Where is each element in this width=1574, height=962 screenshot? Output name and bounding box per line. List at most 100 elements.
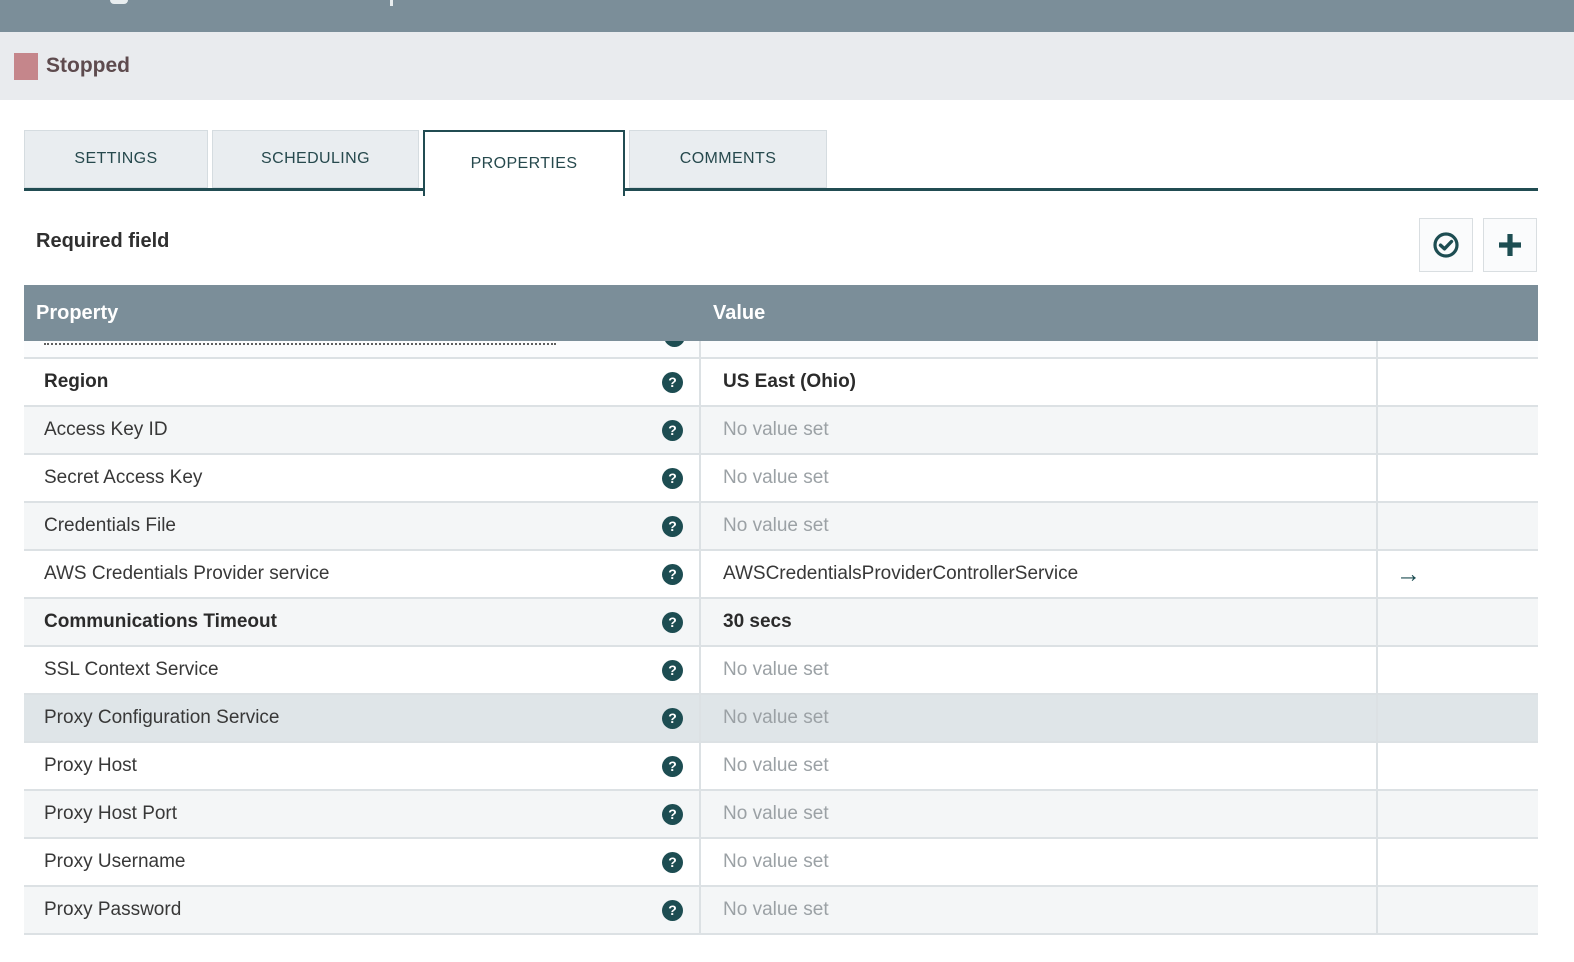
property-action-cell [1378,839,1538,885]
property-value: No value set [723,659,829,680]
tab-scheduling[interactable]: SCHEDULING [212,130,419,188]
property-name: AWS Credentials Provider service [44,563,330,584]
property-name-cell[interactable]: Secret Access Key ? [24,455,701,501]
property-value-cell[interactable]: No value set [701,455,1378,501]
property-value-cell[interactable]: No value set [701,887,1378,933]
property-name-cell[interactable]: Access Key ID ? [24,407,701,453]
help-icon[interactable]: ? [662,419,683,441]
clipped-help-icon-bottom [664,341,685,347]
property-name-cell[interactable]: Proxy Configuration Service ? [24,695,701,741]
help-icon[interactable]: ? [662,659,683,681]
property-row[interactable]: Proxy Host Port ? No value set [24,789,1538,837]
property-name-cell[interactable]: Proxy Username ? [24,839,701,885]
add-property-button[interactable] [1483,218,1537,272]
property-value-cell[interactable]: No value set [701,791,1378,837]
property-row[interactable]: Proxy Configuration Service ? No value s… [24,693,1538,741]
property-row[interactable]: Credentials File ? No value set [24,501,1538,549]
help-icon[interactable]: ? [662,899,683,921]
property-value: No value set [723,707,829,728]
tab-bar: SETTINGS SCHEDULING PROPERTIES COMMENTS [24,130,831,196]
property-value-cell[interactable]: No value set [701,407,1378,453]
property-value-cell[interactable] [701,341,1378,357]
property-row[interactable]: SSL Context Service ? No value set [24,645,1538,693]
property-name: Region [44,371,109,392]
property-row[interactable]: AWS Credentials Provider service ? AWSCr… [24,549,1538,597]
property-value-cell[interactable]: AWSCredentialsProviderControllerService [701,551,1378,597]
property-row[interactable]: Proxy Host ? No value set [24,741,1538,789]
property-name-cell[interactable]: Region ? [24,359,701,405]
property-value: 30 secs [723,611,792,632]
property-action-cell [1378,341,1538,357]
property-name-cell[interactable]: Proxy Host Port ? [24,791,701,837]
property-value: No value set [723,755,829,776]
clipped-row-text-bottom [44,341,556,345]
property-value-cell[interactable]: 30 secs [701,599,1378,645]
property-name-cell[interactable]: Proxy Password ? [24,887,701,933]
stopped-status-icon [14,52,38,80]
property-name-cell[interactable]: AWS Credentials Provider service ? [24,551,701,597]
property-value-cell[interactable]: No value set [701,695,1378,741]
property-action-cell [1378,407,1538,453]
status-label: Stopped [46,54,130,77]
property-name-cell[interactable]: ? [24,341,701,357]
property-action-cell [1378,791,1538,837]
plus-icon [1496,231,1524,259]
property-row[interactable]: Secret Access Key ? No value set [24,453,1538,501]
property-name: Proxy Password [44,899,182,920]
property-name: SSL Context Service [44,659,219,680]
properties-table-body: ? Region ? US East (Ohio) Access Key ID … [24,341,1538,933]
property-action-cell [1378,503,1538,549]
help-icon[interactable]: ? [662,467,683,489]
titlebar-clipped-text-artifact [390,0,393,6]
property-name-cell[interactable]: Communications Timeout ? [24,599,701,645]
property-value-cell[interactable]: No value set [701,743,1378,789]
property-name: Proxy Configuration Service [44,707,280,728]
property-value: No value set [723,851,829,872]
property-row[interactable]: Access Key ID ? No value set [24,405,1538,453]
property-action-cell [1378,695,1538,741]
property-value: US East (Ohio) [723,371,857,392]
property-action-cell: → [1378,551,1538,597]
property-row[interactable]: Region ? US East (Ohio) [24,357,1538,405]
property-name: Secret Access Key [44,467,203,488]
help-icon[interactable]: ? [662,803,683,825]
property-action-cell [1378,887,1538,933]
help-icon[interactable]: ? [662,371,683,393]
property-row[interactable]: ? [24,341,1538,357]
property-name-cell[interactable]: SSL Context Service ? [24,647,701,693]
property-name: Access Key ID [44,419,168,440]
status-bar: Stopped [0,32,1574,100]
properties-table: Property Value ? Region ? US East (Ohio) [24,285,1538,935]
dialog-titlebar [0,0,1574,32]
help-icon[interactable]: ? [662,755,683,777]
properties-table-header: Property Value [24,285,1538,341]
required-field-label: Required field [36,230,170,252]
value-column-header: Value [713,301,766,324]
property-row[interactable]: Proxy Username ? No value set [24,837,1538,885]
property-name: Proxy Username [44,851,186,872]
tab-properties[interactable]: PROPERTIES [423,130,625,196]
property-row[interactable]: Communications Timeout ? 30 secs [24,597,1538,645]
help-icon[interactable]: ? [662,563,683,585]
go-to-service-arrow-icon[interactable]: → [1396,561,1421,587]
property-action-cell [1378,455,1538,501]
help-icon[interactable]: ? [662,851,683,873]
verify-properties-button[interactable] [1419,218,1473,272]
property-name-cell[interactable]: Credentials File ? [24,503,701,549]
property-column-header: Property [36,301,119,324]
property-value-cell[interactable]: No value set [701,839,1378,885]
property-value-cell[interactable]: No value set [701,647,1378,693]
property-name-cell[interactable]: Proxy Host ? [24,743,701,789]
property-value-cell[interactable]: US East (Ohio) [701,359,1378,405]
tab-comments[interactable]: COMMENTS [629,130,827,188]
help-icon[interactable]: ? [662,515,683,537]
tab-settings[interactable]: SETTINGS [24,130,208,188]
property-value: No value set [723,515,829,536]
property-value: No value set [723,419,829,440]
help-icon[interactable]: ? [662,707,683,729]
property-action-cell [1378,599,1538,645]
property-value-cell[interactable]: No value set [701,503,1378,549]
property-row[interactable]: Proxy Password ? No value set [24,885,1538,933]
property-action-cell [1378,647,1538,693]
help-icon[interactable]: ? [662,611,683,633]
